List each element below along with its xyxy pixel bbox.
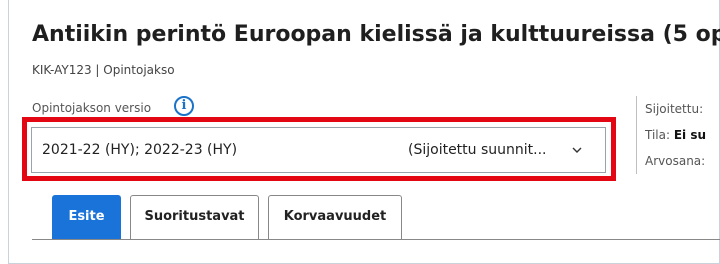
tab-korvaavuudet[interactable]: Korvaavuudet <box>268 195 402 239</box>
tab-esite[interactable]: Esite <box>52 195 121 239</box>
version-select[interactable]: 2021-22 (HY); 2022-23 (HY) (Sijoitettu s… <box>31 127 606 173</box>
version-label: Opintojakson versio <box>32 101 152 115</box>
version-select-status: (Sijoitettu suunnit... <box>408 142 547 158</box>
page-title: Antiikin perintö Euroopan kielissä ja ku… <box>32 22 720 47</box>
status-label: Tila: <box>645 128 671 142</box>
tab-bar: Esite Suoritustavat Korvaavuudet <box>32 195 720 240</box>
placed-label: Sijoitettu: <box>645 102 704 116</box>
info-icon[interactable]: i <box>174 96 194 116</box>
version-select-value: 2021-22 (HY); 2022-23 (HY) <box>42 142 238 158</box>
status-value: Ei su <box>673 128 707 142</box>
course-code: KIK-AY123 | Opintojakso <box>32 63 175 77</box>
status-row: Tila: Ei su <box>645 122 706 148</box>
chevron-down-icon <box>572 147 582 153</box>
side-info: Sijoitettu: Tila: Ei su Arvosana: <box>636 96 706 174</box>
tab-suoritustavat[interactable]: Suoritustavat <box>130 195 259 239</box>
grade-label: Arvosana: <box>645 154 706 168</box>
